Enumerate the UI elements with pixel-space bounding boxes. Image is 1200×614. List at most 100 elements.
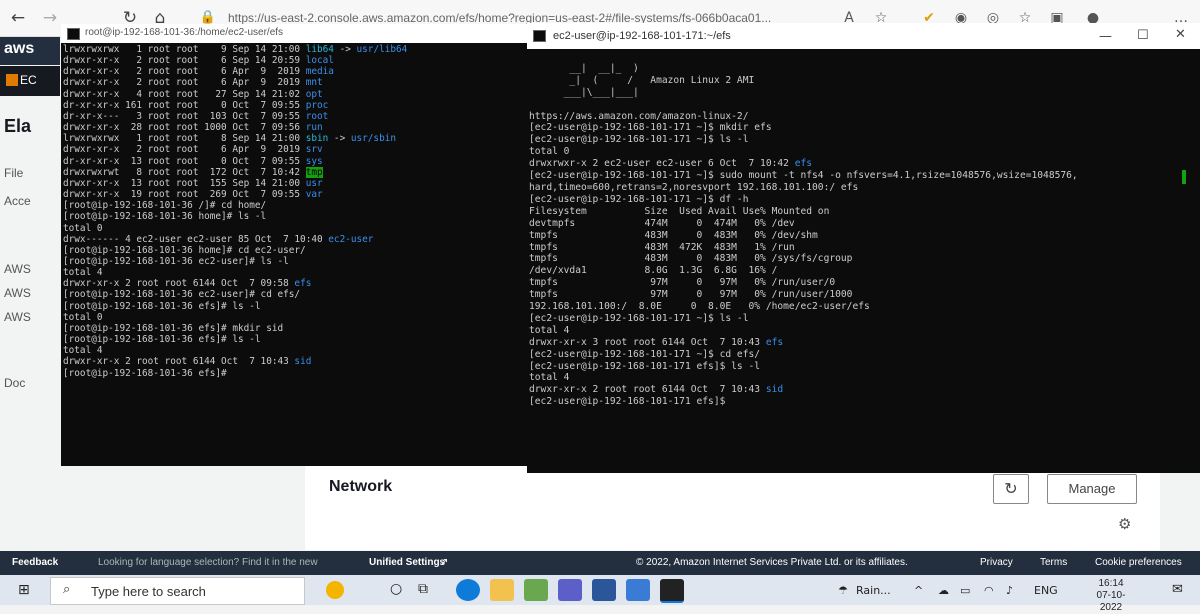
terminal-output[interactable]: lrwxrwxrwx 1 root root 9 Sep 14 21:00 li… xyxy=(61,43,536,466)
aws-footer: Feedback Looking for language selection?… xyxy=(0,551,1200,575)
terminal-text: usr/sbin xyxy=(350,133,397,145)
terminal-text: dr-xr-xr-x 161 root root 0 Oct 7 09:55 xyxy=(63,99,306,111)
forward-icon[interactable]: → xyxy=(38,6,62,30)
terminal-text: root xyxy=(305,110,329,122)
terminal-text: [root@ip-192-168-101-36 home]# ls -l xyxy=(63,211,267,223)
back-icon[interactable]: ← xyxy=(6,6,30,30)
terminal-icon xyxy=(67,28,80,40)
notification-icon[interactable]: ✉ xyxy=(1172,582,1183,597)
external-link-icon: ↗ xyxy=(440,557,449,568)
service-tag[interactable]: EC xyxy=(6,73,37,87)
search-highlight-icon[interactable] xyxy=(326,581,344,599)
terminal-line: [root@ip-192-168-101-36 home]# cd ec2-us… xyxy=(63,245,536,256)
weather-text[interactable]: Rain... xyxy=(856,584,891,597)
battery-icon[interactable]: ▭ xyxy=(960,584,970,597)
terminal-icon[interactable] xyxy=(660,579,684,603)
terminal-line: lrwxrwxrwx 1 root root 9 Sep 14 21:00 li… xyxy=(63,44,536,55)
photos-icon[interactable] xyxy=(626,579,650,601)
cortana-icon[interactable]: ○ xyxy=(390,581,402,597)
terminal-text: srv xyxy=(305,144,323,156)
cloud-icon[interactable]: ☁ xyxy=(938,584,949,597)
manage-button[interactable]: Manage xyxy=(1047,474,1137,504)
terminal-text: hard,timeo=600,retrans=2,noresvport 192.… xyxy=(529,181,859,193)
terminal-line: tmpfs 483M 0 483M 0% /sys/fs/cgroup xyxy=(529,253,1200,265)
nav-item-aws-1[interactable]: AWS xyxy=(4,262,31,276)
close-icon[interactable]: ✕ xyxy=(1175,27,1186,42)
wifi-icon[interactable]: ◠ xyxy=(984,584,994,597)
terminal-line: [ec2-user@ip-192-168-101-171 ~]$ sudo mo… xyxy=(529,170,1200,182)
feedback-link[interactable]: Feedback xyxy=(12,557,58,568)
volume-icon[interactable]: ♪ xyxy=(1006,584,1013,597)
terminal-line: [root@ip-192-168-101-36 efs]# ls -l xyxy=(63,334,536,345)
terminal-line: [ec2-user@ip-192-168-101-171 ~]$ cd efs/ xyxy=(529,349,1200,361)
terms-link[interactable]: Terms xyxy=(1040,557,1067,568)
terminal-text: drwxr-xr-x 2 root root 6144 Oct 7 09:58 xyxy=(63,278,295,290)
copyright-text: © 2022, Amazon Internet Services Private… xyxy=(636,557,908,568)
word-icon[interactable] xyxy=(592,579,616,601)
terminal-output[interactable]: __| __|_ ) _| ( / Amazon Linux 2 AMI ___… xyxy=(527,51,1200,473)
maximize-icon[interactable]: ☐ xyxy=(1137,28,1149,43)
file-explorer-icon[interactable] xyxy=(490,579,514,601)
terminal-line: [root@ip-192-168-101-36 efs]# ls -l xyxy=(63,301,536,312)
terminal-line: [ec2-user@ip-192-168-101-171 efs]$ xyxy=(529,396,1200,408)
terminal-text: _| ( / Amazon Linux 2 AMI xyxy=(529,74,755,86)
terminal-text: drwxr-xr-x 2 root root 6 Sep 14 20:59 xyxy=(63,55,306,67)
gear-icon[interactable]: ⚙ xyxy=(1118,515,1131,533)
terminal-line: drwxr-xr-x 2 root root 6 Sep 14 20:59 lo… xyxy=(63,55,536,66)
weather-icon[interactable]: ☂ xyxy=(838,584,848,597)
language-indicator[interactable]: ENG xyxy=(1034,584,1058,597)
minimize-icon[interactable]: — xyxy=(1099,29,1112,44)
terminal-text: https://aws.amazon.com/amazon-linux-2/ xyxy=(529,110,749,122)
terminal-line: [root@ip-192-168-101-36 ec2-user]# cd ef… xyxy=(63,289,536,300)
terminal-window-right[interactable]: ec2-user@ip-192-168-101-171:~/efs — ☐ ✕ … xyxy=(527,23,1200,473)
terminal-text: [ec2-user@ip-192-168-101-171 efs]$ ls -l xyxy=(529,360,761,372)
terminal-line: total 4 xyxy=(529,325,1200,337)
nav-item-aws-2[interactable]: AWS xyxy=(4,286,31,300)
chevron-up-icon[interactable]: ^ xyxy=(914,584,923,597)
terminal-text: efs xyxy=(294,278,312,290)
terminal-text: efs xyxy=(765,336,784,348)
nav-item-access[interactable]: Acce xyxy=(4,194,31,208)
terminal-text: [root@ip-192-168-101-36 ec2-user]# ls -l xyxy=(63,255,289,267)
terminal-line: drwxr-xr-x 2 root root 6 Apr 9 2019 srv xyxy=(63,144,536,155)
windows-start-icon[interactable]: ⊞ xyxy=(18,582,30,598)
teams-icon[interactable] xyxy=(558,579,582,601)
terminal-text: __| __|_ ) xyxy=(529,62,639,74)
refresh-button[interactable]: ↻ xyxy=(993,474,1029,504)
search-placeholder: Type here to search xyxy=(91,584,206,599)
edge-icon[interactable] xyxy=(456,579,480,601)
terminal-titlebar[interactable]: root@ip-192-168-101-36:/home/ec2-user/ef… xyxy=(61,24,536,43)
terminal-text: [ec2-user@ip-192-168-101-171 ~]$ cd efs/ xyxy=(529,348,761,360)
terminal-window-left[interactable]: root@ip-192-168-101-36:/home/ec2-user/ef… xyxy=(61,24,536,466)
terminal-line: drwxrwxrwt 8 root root 172 Oct 7 10:42 t… xyxy=(63,166,536,178)
cookie-preferences-link[interactable]: Cookie preferences xyxy=(1095,557,1182,568)
terminal-text: sid xyxy=(294,356,312,368)
aws-logo[interactable]: aws xyxy=(4,40,34,58)
terminal-text: lib64 xyxy=(305,44,334,55)
cursor-marker xyxy=(1182,170,1186,184)
terminal-line: drwxrwxr-x 2 ec2-user ec2-user 6 Oct 7 1… xyxy=(529,158,1200,170)
task-view-icon[interactable]: ⧉ xyxy=(418,581,428,597)
terminal-text: dr-xr-xr-x 13 root root 0 Oct 7 09:55 xyxy=(63,155,306,167)
unified-settings-link[interactable]: Unified Settings xyxy=(369,557,445,568)
terminal-titlebar[interactable]: ec2-user@ip-192-168-101-171:~/efs — ☐ ✕ xyxy=(527,23,1200,49)
nav-item-aws-3[interactable]: AWS xyxy=(4,310,31,324)
search-icon: ⌕ xyxy=(63,582,71,597)
terminal-line: drwxr-xr-x 13 root root 155 Sep 14 21:00… xyxy=(63,178,536,189)
network-panel xyxy=(305,465,1160,550)
taskbar-search[interactable]: ⌕ Type here to search xyxy=(50,577,305,605)
nav-item-docs[interactable]: Doc xyxy=(4,376,25,390)
nav-item-file[interactable]: File xyxy=(4,166,23,180)
terminal-text: lrwxrwxrwx 1 root root 9 Sep 14 21:00 xyxy=(63,44,306,55)
terminal-line: dr-xr-xr-x 13 root root 0 Oct 7 09:55 sy… xyxy=(63,156,536,167)
terminal-text: local xyxy=(305,55,334,67)
terminal-line: dr-xr-x--- 3 root root 103 Oct 7 09:55 r… xyxy=(63,111,536,122)
terminal-line: total 4 xyxy=(63,345,536,356)
app-icon[interactable] xyxy=(524,579,548,601)
privacy-link[interactable]: Privacy xyxy=(980,557,1013,568)
system-clock[interactable]: 16:14 07-10-2022 xyxy=(1088,578,1134,614)
terminal-line: /dev/xvda1 8.0G 1.3G 6.8G 16% / xyxy=(529,265,1200,277)
ec2-icon xyxy=(6,74,18,86)
